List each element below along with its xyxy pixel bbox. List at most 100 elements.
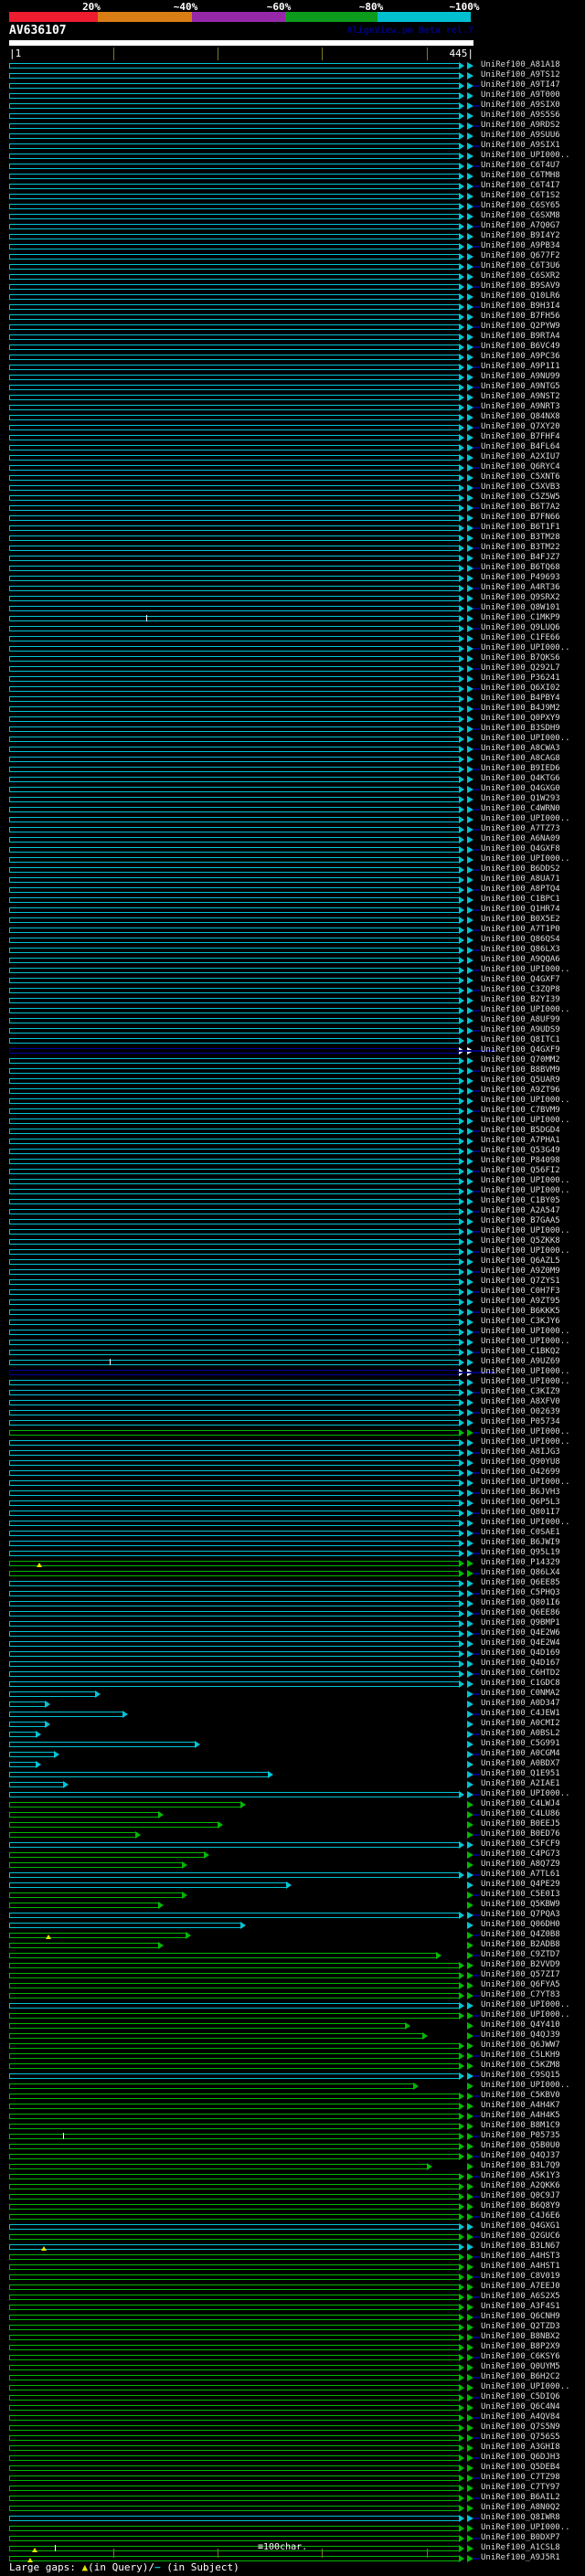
hit-label[interactable]: UniRef100_B9I4Y2 <box>481 231 560 241</box>
hit-bar[interactable] <box>9 1159 461 1164</box>
hit-label[interactable]: UniRef100_Q4Y410 <box>481 2020 560 2030</box>
hit-label[interactable]: UniRef100_B8NBX2 <box>481 2332 560 2342</box>
hit-bar[interactable] <box>9 546 461 551</box>
hit-label[interactable]: UniRef100_C6SY65 <box>481 201 560 211</box>
hit-label[interactable]: UniRef100_Q1E951 <box>481 1769 560 1779</box>
hit-bar[interactable] <box>9 2305 461 2310</box>
hit-label[interactable]: UniRef100_C5XNT6 <box>481 472 560 482</box>
hit-label[interactable]: UniRef100_B6DDS2 <box>481 864 560 875</box>
hit-label[interactable]: UniRef100_A4HST1 <box>481 2262 560 2272</box>
hit-bar[interactable] <box>9 726 461 732</box>
hit-label[interactable]: UniRef100_A2XIU7 <box>481 452 560 462</box>
hit-bar[interactable] <box>9 928 461 933</box>
hit-label[interactable]: UniRef100_C5E0I3 <box>481 1890 560 1900</box>
hit-label[interactable]: UniRef100_A9UDS9 <box>481 1025 560 1035</box>
hit-bar[interactable] <box>9 716 461 722</box>
hit-label[interactable]: UniRef100_Q4QJ39 <box>481 2030 560 2041</box>
hit-bar[interactable] <box>9 174 461 179</box>
hit-bar[interactable] <box>9 1983 461 1988</box>
hit-bar[interactable] <box>9 2435 461 2441</box>
hit-bar[interactable] <box>9 1279 461 1285</box>
hit-label[interactable]: UniRef100_C6TMH8 <box>481 171 560 181</box>
hit-bar[interactable] <box>9 2023 407 2029</box>
hit-bar[interactable] <box>9 294 461 300</box>
hit-bar[interactable] <box>9 525 461 531</box>
hit-label[interactable]: UniRef100_Q677F2 <box>481 251 560 261</box>
hit-label[interactable]: UniRef100_A9ZT96 <box>481 1086 560 1096</box>
hit-label[interactable]: UniRef100_P05735 <box>481 2131 560 2141</box>
hit-bar[interactable] <box>9 2013 461 2019</box>
hit-label[interactable]: UniRef100_Q4GXF9 <box>481 1045 560 1055</box>
hit-label[interactable]: UniRef100_A5K1Y3 <box>481 2171 560 2181</box>
hit-bar[interactable] <box>9 2154 461 2159</box>
hit-bar[interactable] <box>9 978 461 983</box>
hit-bar[interactable] <box>9 194 461 199</box>
hit-label[interactable]: UniRef100_Q7ZYS1 <box>481 1277 560 1287</box>
hit-label[interactable]: UniRef100_C7BVM9 <box>481 1106 560 1116</box>
hit-bar[interactable] <box>9 154 461 159</box>
hit-bar[interactable] <box>9 1953 438 1958</box>
hit-bar[interactable] <box>9 1631 461 1637</box>
hit-bar[interactable] <box>9 1712 124 1717</box>
hit-bar[interactable] <box>9 1450 461 1456</box>
hit-label[interactable]: UniRef100_A9Z0M9 <box>481 1267 560 1277</box>
hit-label[interactable]: UniRef100_B4J9M2 <box>481 704 560 714</box>
hit-bar[interactable] <box>9 465 461 471</box>
hit-label[interactable]: UniRef100_A0BDX7 <box>481 1759 560 1769</box>
hit-label[interactable]: UniRef100_O02639 <box>481 1407 560 1417</box>
hit-bar[interactable] <box>9 646 461 652</box>
hit-bar[interactable] <box>9 676 461 682</box>
hit-bar[interactable] <box>9 737 461 742</box>
hit-bar[interactable] <box>9 314 461 320</box>
hit-bar[interactable] <box>9 2214 461 2220</box>
hit-label[interactable]: UniRef100_Q53G49 <box>481 1146 560 1156</box>
hit-bar[interactable] <box>9 1239 461 1245</box>
hit-label[interactable]: UniRef100_Q56FI2 <box>481 1166 560 1176</box>
hit-bar[interactable] <box>9 2315 461 2320</box>
hit-bar[interactable] <box>9 1330 461 1335</box>
hit-bar[interactable] <box>9 1360 461 1365</box>
hit-bar[interactable] <box>9 1048 461 1054</box>
hit-bar[interactable] <box>9 2224 461 2230</box>
hit-label[interactable]: UniRef100_Q5B0U0 <box>481 2141 560 2151</box>
hit-label[interactable]: UniRef100_A9SIX0 <box>481 101 560 111</box>
hit-label[interactable]: UniRef100_Q4D169 <box>481 1648 560 1659</box>
hit-bar[interactable] <box>9 1661 461 1667</box>
hit-bar[interactable] <box>9 2043 461 2049</box>
hit-label[interactable]: UniRef100_Q57ZI7 <box>481 1970 560 1980</box>
hit-bar[interactable] <box>9 1500 461 1506</box>
hit-label[interactable]: UniRef100_B4FL64 <box>481 442 560 452</box>
hit-label[interactable]: UniRef100_Q7PQA3 <box>481 1910 560 1920</box>
hit-label[interactable]: UniRef100_A7TZ73 <box>481 824 560 834</box>
hit-label[interactable]: UniRef100_B7QKS6 <box>481 653 560 663</box>
hit-label[interactable]: UniRef100_UPI000.. <box>481 1478 570 1488</box>
hit-bar[interactable] <box>9 254 461 260</box>
hit-label[interactable]: UniRef100_C0H7F3 <box>481 1287 560 1297</box>
hit-label[interactable]: UniRef100_C3ZQP8 <box>481 985 560 995</box>
hit-label[interactable]: UniRef100_B7FH56 <box>481 312 560 322</box>
hit-label[interactable]: UniRef100_B6JVH3 <box>481 1488 560 1498</box>
hit-label[interactable]: UniRef100_A3F4S1 <box>481 2302 560 2312</box>
hit-bar[interactable] <box>9 1340 461 1345</box>
hit-bar[interactable] <box>9 706 461 712</box>
hit-label[interactable]: UniRef100_B6JWI9 <box>481 1538 560 1548</box>
hit-bar[interactable] <box>9 1822 219 1828</box>
hit-bar[interactable] <box>9 495 461 501</box>
hit-label[interactable]: UniRef100_Q6FYA5 <box>481 1980 560 1990</box>
hit-bar[interactable] <box>9 214 461 219</box>
hit-label[interactable]: UniRef100_Q4QJ37 <box>481 2151 560 2161</box>
hit-label[interactable]: UniRef100_Q9BMP1 <box>481 1618 560 1628</box>
hit-bar[interactable] <box>9 1621 461 1627</box>
hit-label[interactable]: UniRef100_Q4D167 <box>481 1659 560 1669</box>
hit-label[interactable]: UniRef100_A9NU99 <box>481 372 560 382</box>
hit-bar[interactable] <box>9 1199 461 1204</box>
hit-bar[interactable] <box>9 1521 461 1526</box>
hit-bar[interactable] <box>9 2295 461 2300</box>
hit-bar[interactable] <box>9 2033 424 2039</box>
hit-label[interactable]: UniRef100_C6SXR2 <box>481 271 560 281</box>
hit-label[interactable]: UniRef100_Q86LX3 <box>481 945 560 955</box>
hit-bar[interactable] <box>9 123 461 129</box>
hit-label[interactable]: UniRef100_UPI000.. <box>481 1116 570 1126</box>
hit-bar[interactable] <box>9 837 461 843</box>
hit-bar[interactable] <box>9 2104 461 2109</box>
